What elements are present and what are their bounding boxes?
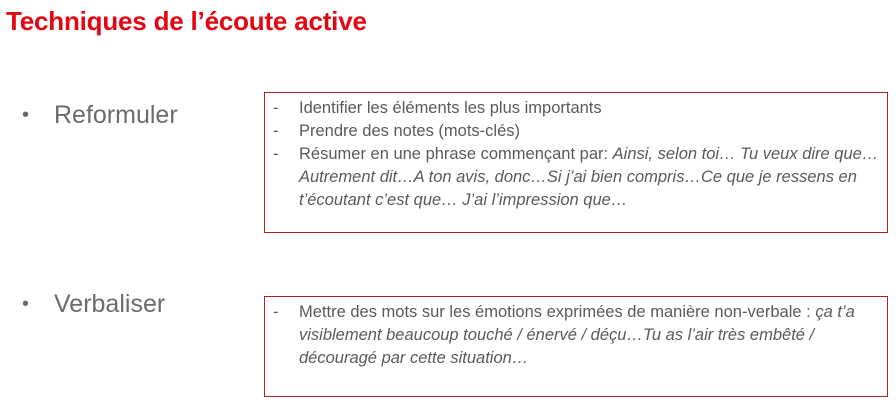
list-item-text: Identifier les éléments les plus importa… xyxy=(299,97,879,120)
list-item: - Identifier les éléments les plus impor… xyxy=(273,97,879,120)
bullet-point: • xyxy=(22,104,30,126)
slide-title: Techniques de l’écoute active xyxy=(6,6,367,36)
reformuler-box: - Identifier les éléments les plus impor… xyxy=(264,92,888,233)
list-item-text: Résumer en une phrase commençant par: Ai… xyxy=(299,143,879,212)
bullet-point: • xyxy=(22,293,30,315)
list-item: - Résumer en une phrase commençant par: … xyxy=(273,143,879,212)
list-item-text: Prendre des notes (mots-clés) xyxy=(299,120,879,143)
list-item-plain: Mettre des mots sur les émotions exprimé… xyxy=(299,303,816,321)
section-label-reformuler: • Reformuler xyxy=(22,101,178,130)
dash-marker: - xyxy=(273,303,279,321)
section-label-verbaliser: • Verbaliser xyxy=(22,290,165,319)
verbaliser-box: - Mettre des mots sur les émotions expri… xyxy=(264,296,888,397)
list-item: - Mettre des mots sur les émotions expri… xyxy=(273,301,879,370)
list-item-text: Mettre des mots sur les émotions exprimé… xyxy=(299,301,879,370)
list-item-plain: Prendre des notes (mots-clés) xyxy=(299,122,521,140)
list-item-plain: Résumer en une phrase commençant par: xyxy=(299,145,613,163)
dash-marker: - xyxy=(273,145,279,163)
dash-marker: - xyxy=(273,99,279,117)
section-label-text: Verbaliser xyxy=(54,290,166,318)
list-item-plain: Identifier les éléments les plus importa… xyxy=(299,99,602,117)
section-label-text: Reformuler xyxy=(54,101,178,129)
dash-marker: - xyxy=(273,122,279,140)
list-item: - Prendre des notes (mots-clés) xyxy=(273,120,879,143)
